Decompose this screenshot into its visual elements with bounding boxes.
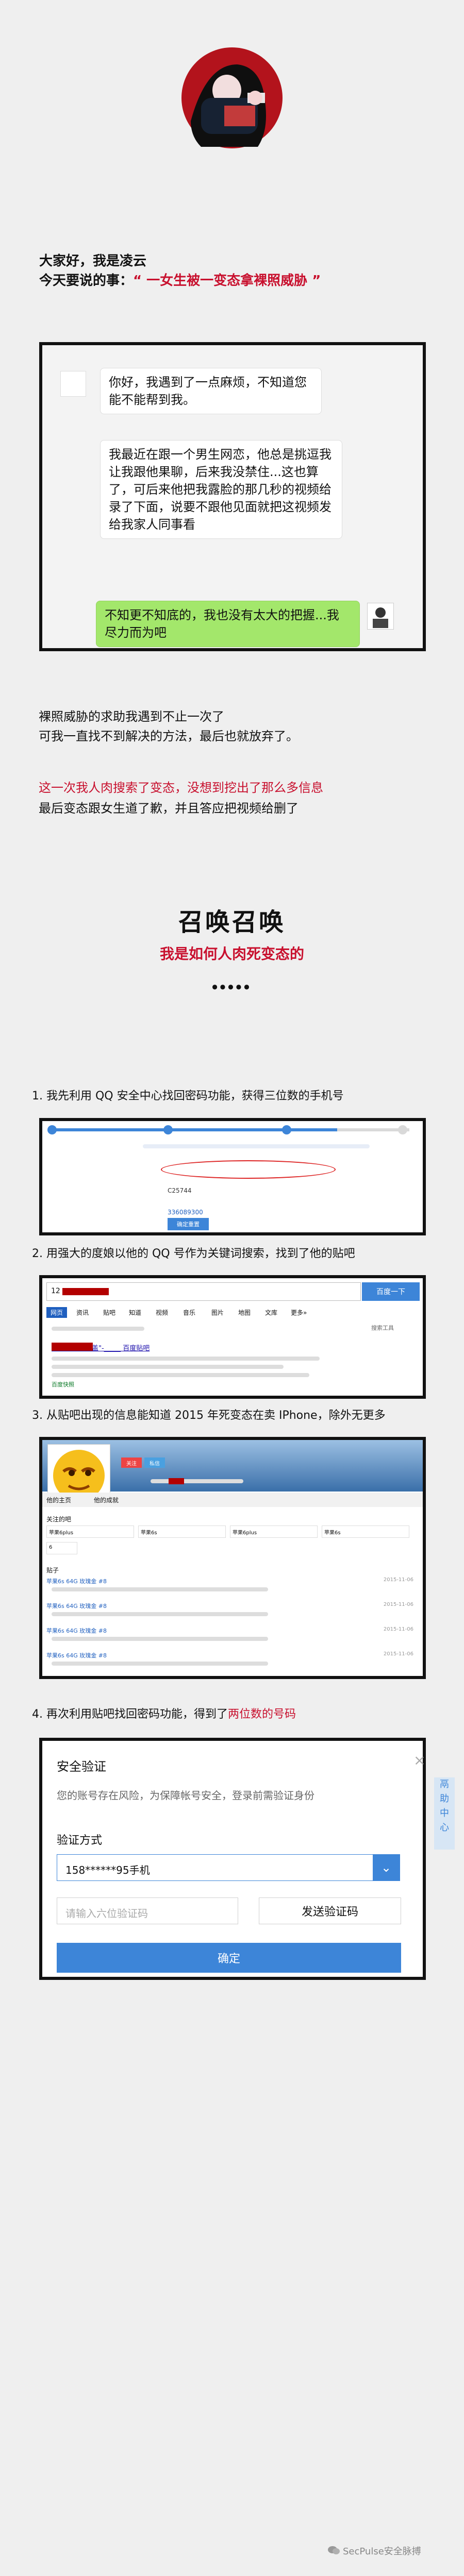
intro-line-2-prefix: 今天要说的事： xyxy=(39,273,134,289)
help-sidebar: 鬲 助 中 心 xyxy=(434,1777,455,1850)
follow-button[interactable]: 关注 xyxy=(121,1458,142,1468)
tab-news[interactable]: 资讯 xyxy=(76,1308,89,1317)
story-p2: 可我一直找不到解决的方法，最后也就放弃了。 xyxy=(39,729,299,743)
recovery-link[interactable]: 336089300 xyxy=(168,1209,203,1216)
code-input-placeholder: 请输入六位验证码 xyxy=(65,1907,148,1920)
chat-message-3: 不知更不知底的，我也没有太大的把握...我尽力而为吧 xyxy=(96,601,360,647)
bar-item[interactable]: 苹果6s xyxy=(138,1526,226,1538)
section-subtitle: 我是如何人肉死变态的 xyxy=(159,945,304,962)
tab-video[interactable]: 视频 xyxy=(156,1308,168,1317)
tab-home[interactable]: 他的主页 xyxy=(46,1496,71,1504)
verify-desc: 您的账号存在风险，为保障帐号安全，登录前需验证身份 xyxy=(57,1789,314,1802)
baidu-cache-link[interactable]: 百度快照 xyxy=(52,1380,74,1388)
section-following-bars: 关注的吧 xyxy=(46,1516,72,1523)
reset-button[interactable]: 确定重置 xyxy=(168,1218,209,1230)
post-item[interactable]: 苹果6s 64G 玫瑰金 #8 2015-11-06 xyxy=(46,1602,418,1622)
search-tabs: 网页 资讯 贴吧 知道 视频 音乐 图片 地图 文库 更多» xyxy=(46,1306,418,1318)
screenshot-tieba-profile: 关注 私信 他的主页 他的成就 关注的吧 苹果6plus 苹果6s 苹果6plu… xyxy=(39,1437,426,1679)
post-item[interactable]: 苹果6s 64G 玫瑰金 #8 2015-11-06 xyxy=(46,1651,418,1672)
screenshot-baidu-search: 12 百度一下 网页 资讯 贴吧 知道 视频 音乐 图片 地图 文库 更多» 搜… xyxy=(39,1275,426,1399)
baidu-search-button[interactable]: 百度一下 xyxy=(362,1282,420,1301)
bar-item[interactable]: 苹果6plus xyxy=(46,1526,134,1538)
post-item[interactable]: 苹果6s 64G 玫瑰金 #8 2015-11-06 xyxy=(46,1626,418,1647)
message-button[interactable]: 私信 xyxy=(144,1458,165,1468)
post-item[interactable]: 苹果6s 64G 玫瑰金 #8 2015-11-06 xyxy=(46,1577,418,1598)
username-line xyxy=(151,1479,243,1483)
method-label: 验证方式 xyxy=(57,1834,103,1847)
story-p4: 最后变态跟女生道了歉，并且答应把视频给删了 xyxy=(39,801,299,816)
close-icon[interactable]: × xyxy=(413,1753,425,1768)
chat-message-1: 你好，我遇到了一点麻烦，不知道您能不能帮到我。 xyxy=(100,368,322,414)
redacted-block xyxy=(52,1343,93,1351)
section-dots: ●●●●● xyxy=(212,983,252,990)
result-stats xyxy=(52,1327,144,1331)
intro-highlight: “ 一女生被一变态拿裸照威胁 ” xyxy=(133,273,321,289)
wechat-icon xyxy=(327,2545,340,2555)
watermark-text: SecPulse安全脉搏 xyxy=(343,2546,421,2557)
chat-message-2: 我最近在跟一个男生网恋，他总是挑逗我让我跟他果聊，后来我没禁住...这也算了，可… xyxy=(100,440,342,539)
progress-dot-1 xyxy=(47,1125,57,1134)
story-p1: 裸照威胁的求助我遇到不止一次了 xyxy=(39,709,224,724)
step-2-text: 2. 用强大的度娘以他的 QQ 号作为关键词搜索，找到了他的贴吧 xyxy=(32,1247,355,1260)
progress-dot-2 xyxy=(163,1125,173,1134)
tab-wenku[interactable]: 文库 xyxy=(265,1308,277,1317)
info-line xyxy=(143,1144,370,1148)
send-code-button[interactable]: 发送验证码 xyxy=(259,1897,401,1924)
bar-item[interactable]: 苹果6s xyxy=(322,1526,409,1538)
bar-item[interactable]: 6 xyxy=(46,1542,77,1554)
story-p3: 这一次我人肉搜索了变态，没想到挖出了那么多信息 xyxy=(39,781,323,795)
bar-item[interactable]: 苹果6plus xyxy=(230,1526,318,1538)
help-sidebar-label: 鬲 助 中 心 xyxy=(440,1779,449,1833)
search-tools[interactable]: 搜索工具 xyxy=(371,1324,394,1332)
redacted-username xyxy=(169,1478,184,1484)
profile-tabs: 他的主页 他的成就 xyxy=(42,1493,423,1507)
step-3-text: 3. 从贴吧出现的信息能知道 2015 年死变态在卖 IPhone，除外无更多 xyxy=(32,1409,386,1422)
code-input[interactable]: 请输入六位验证码 xyxy=(57,1897,238,1924)
result-snippet-1 xyxy=(52,1357,320,1361)
tab-zhidao[interactable]: 知道 xyxy=(129,1308,141,1317)
result-snippet-3 xyxy=(52,1373,309,1377)
step-1-text: 1. 我先利用 QQ 安全中心找回密码功能，获得三位数的手机号 xyxy=(32,1090,344,1103)
tab-web[interactable]: 网页 xyxy=(46,1307,68,1318)
tab-images[interactable]: 图片 xyxy=(211,1308,224,1317)
chevron-down-icon: ⌄ xyxy=(373,1855,400,1880)
method-select[interactable]: 158******95手机 ⌄ xyxy=(57,1854,400,1881)
search-input[interactable]: 12 xyxy=(46,1282,361,1301)
sender-avatar xyxy=(60,371,86,397)
confirm-button[interactable]: 确定 xyxy=(57,1943,401,1973)
chat-screenshot: 你好，我遇到了一点麻烦，不知道您能不能帮到我。 我最近在跟一个男生网恋，他总是挑… xyxy=(39,342,426,651)
intro-line-2: 今天要说的事：“ 一女生被一变态拿裸照威胁 ” xyxy=(39,271,321,291)
method-select-value: 158******95手机 xyxy=(65,1864,150,1876)
verification-code: C25744 xyxy=(168,1187,192,1194)
progress-dot-4 xyxy=(398,1125,407,1134)
bars-grid: 苹果6plus 苹果6s 苹果6plus 苹果6s 6 xyxy=(46,1526,418,1556)
progress-dot-3 xyxy=(282,1125,291,1134)
result-snippet-2 xyxy=(52,1365,284,1369)
tab-achievement[interactable]: 他的成就 xyxy=(94,1496,119,1504)
progress-bar xyxy=(48,1128,409,1131)
verify-title: 安全验证 xyxy=(57,1759,106,1774)
step-4-prefix: 4. 再次利用贴吧找回密码功能，得到了 xyxy=(32,1708,228,1721)
section-title: 召唤召唤 xyxy=(178,908,286,937)
screenshot-password-recovery: C25744 336089300 确定重置 xyxy=(39,1118,426,1235)
tab-map[interactable]: 地图 xyxy=(238,1308,251,1317)
phone-highlight-oval xyxy=(161,1160,336,1179)
section-posts: 贴子 xyxy=(46,1567,59,1574)
step-4-highlight: 两位数的号码 xyxy=(228,1708,296,1721)
screenshot-security-verification: 安全验证 × 您的账号存在风险，为保障帐号安全，登录前需验证身份 验证方式 15… xyxy=(39,1738,426,1980)
tab-more[interactable]: 更多» xyxy=(291,1308,307,1317)
tab-music[interactable]: 音乐 xyxy=(183,1308,195,1317)
receiver-avatar xyxy=(367,603,394,630)
step-4-text: 4. 再次利用贴吧找回密码功能，得到了两位数的号码 xyxy=(32,1706,296,1723)
tab-tieba[interactable]: 贴吧 xyxy=(103,1308,115,1317)
avatar-illustration xyxy=(180,44,284,152)
intro-line-1: 大家好，我是凌云 xyxy=(39,253,147,269)
